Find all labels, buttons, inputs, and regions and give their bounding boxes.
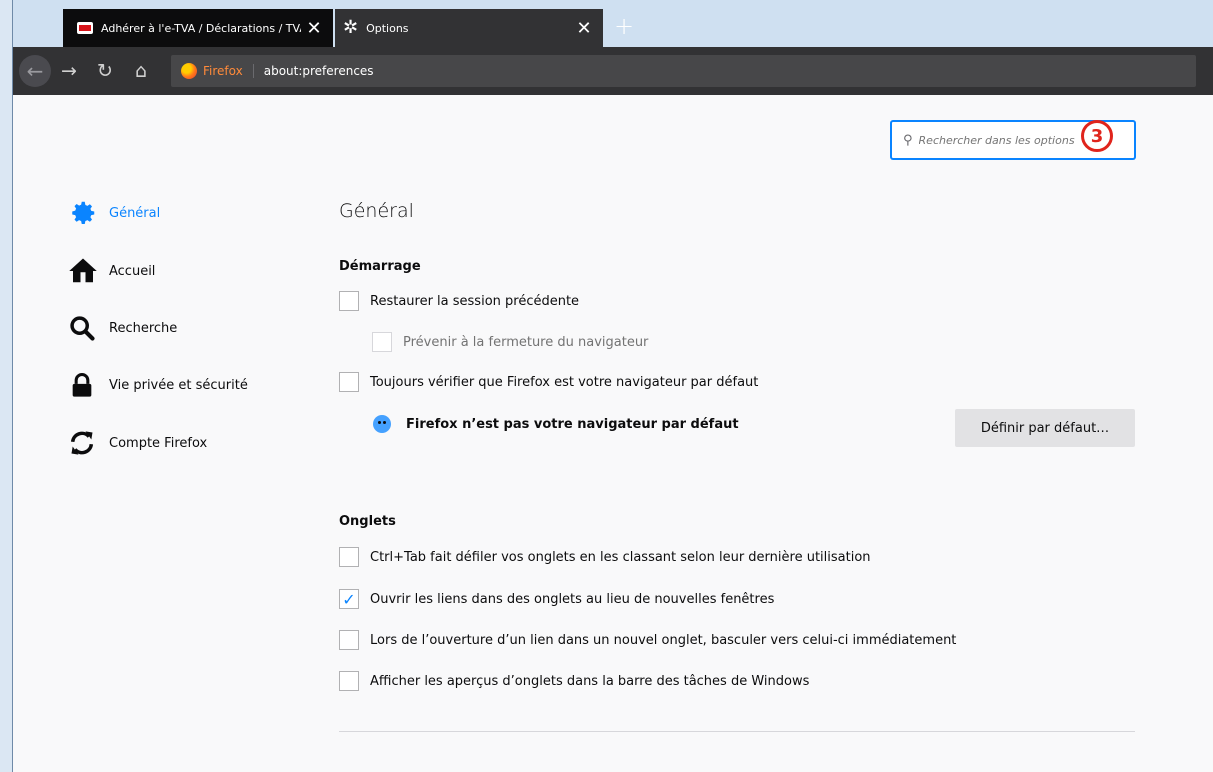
- checkbox[interactable]: [339, 547, 359, 567]
- option-restore-session[interactable]: Restaurer la session précédente: [339, 291, 579, 311]
- option-warn-on-close: Prévenir à la fermeture du navigateur: [372, 332, 648, 352]
- checkbox[interactable]: [339, 630, 359, 650]
- checkbox[interactable]: [339, 671, 359, 691]
- option-label: Toujours vérifier que Firefox est votre …: [370, 374, 759, 390]
- default-browser-warning: Firefox n’est pas votre navigateur par d…: [373, 415, 739, 433]
- sidebar-item-home[interactable]: Accueil: [68, 256, 155, 286]
- option-label: Afficher les aperçus d’onglets dans la b…: [370, 673, 810, 689]
- forward-button[interactable]: →: [51, 60, 87, 82]
- sidebar-item-search[interactable]: Recherche: [68, 313, 177, 343]
- tab-etva[interactable]: Adhérer à l'e-TVA / Déclarations / TVA ✕: [63, 9, 333, 47]
- checkbox[interactable]: [339, 291, 359, 311]
- set-default-button[interactable]: Définir par défaut…: [955, 409, 1135, 447]
- checkbox[interactable]: [339, 372, 359, 392]
- sidebar-item-label: Compte Firefox: [109, 435, 208, 451]
- warning-text: Firefox n’est pas votre navigateur par d…: [406, 416, 739, 432]
- option-check-default[interactable]: Toujours vérifier que Firefox est votre …: [339, 372, 758, 392]
- firefox-window: Adhérer à l'e-TVA / Déclarations / TVA ✕…: [12, 0, 1213, 772]
- lock-icon: [68, 370, 100, 400]
- sad-face-icon: [373, 415, 391, 433]
- checkbox-checked[interactable]: ✓: [339, 589, 359, 609]
- navigation-toolbar: ← → ↻ ⌂ Firefox about:preferences: [13, 47, 1213, 95]
- sidebar-item-privacy[interactable]: Vie privée et sécurité: [68, 370, 248, 400]
- section-heading-tabs: Onglets: [339, 514, 396, 529]
- sidebar-item-label: Vie privée et sécurité: [109, 377, 248, 393]
- option-label: Restaurer la session précédente: [370, 293, 580, 309]
- url-bar[interactable]: Firefox about:preferences: [171, 55, 1196, 87]
- tab-title: Adhérer à l'e-TVA / Déclarations / TVA: [101, 21, 301, 35]
- option-ctrl-tab[interactable]: Ctrl+Tab fait défiler vos onglets en les…: [339, 547, 871, 567]
- firefox-logo-icon: [181, 63, 197, 79]
- reload-button[interactable]: ↻: [87, 60, 123, 82]
- gear-icon: ✲: [343, 17, 359, 38]
- option-label: Ctrl+Tab fait défiler vos onglets en les…: [370, 549, 871, 565]
- home-icon: [68, 256, 100, 286]
- search-icon: [68, 313, 100, 343]
- search-input[interactable]: [916, 132, 1081, 148]
- option-label: Lors de l’ouverture d’un lien dans un no…: [370, 632, 957, 648]
- annotation-badge: 3: [1081, 120, 1113, 152]
- home-button[interactable]: ⌂: [123, 60, 159, 82]
- tab-strip: Adhérer à l'e-TVA / Déclarations / TVA ✕…: [13, 0, 1213, 47]
- new-tab-button[interactable]: +: [614, 12, 634, 40]
- sidebar-item-label: Accueil: [109, 263, 156, 279]
- page-title: Général: [339, 200, 414, 222]
- section-heading-startup: Démarrage: [339, 259, 421, 274]
- back-button[interactable]: ←: [19, 55, 51, 87]
- sidebar-item-general[interactable]: Général: [68, 198, 160, 228]
- close-icon[interactable]: ✕: [571, 18, 597, 39]
- checkbox: [372, 332, 392, 352]
- identity-label: Firefox: [203, 64, 254, 78]
- sidebar-item-account[interactable]: Compte Firefox: [68, 428, 207, 458]
- option-label: Ouvrir les liens dans des onglets au lie…: [370, 591, 775, 607]
- tab-options[interactable]: ✲ Options ✕: [335, 9, 603, 47]
- sidebar-item-label: Recherche: [109, 320, 178, 336]
- option-switch-to-new-tab[interactable]: Lors de l’ouverture d’un lien dans un no…: [339, 630, 956, 650]
- flag-icon: [77, 22, 93, 34]
- sync-icon: [68, 428, 100, 458]
- search-icon: ⚲: [903, 132, 913, 148]
- section-divider: [339, 731, 1135, 732]
- option-open-links-in-tabs[interactable]: ✓ Ouvrir les liens dans des onglets au l…: [339, 589, 774, 609]
- option-taskbar-previews[interactable]: Afficher les aperçus d’onglets dans la b…: [339, 671, 809, 691]
- url-text[interactable]: about:preferences: [254, 64, 374, 78]
- tab-title: Options: [366, 21, 409, 35]
- close-icon[interactable]: ✕: [301, 18, 327, 39]
- gear-icon: [68, 198, 100, 228]
- option-label: Prévenir à la fermeture du navigateur: [403, 334, 649, 350]
- sidebar-item-label: Général: [109, 205, 161, 221]
